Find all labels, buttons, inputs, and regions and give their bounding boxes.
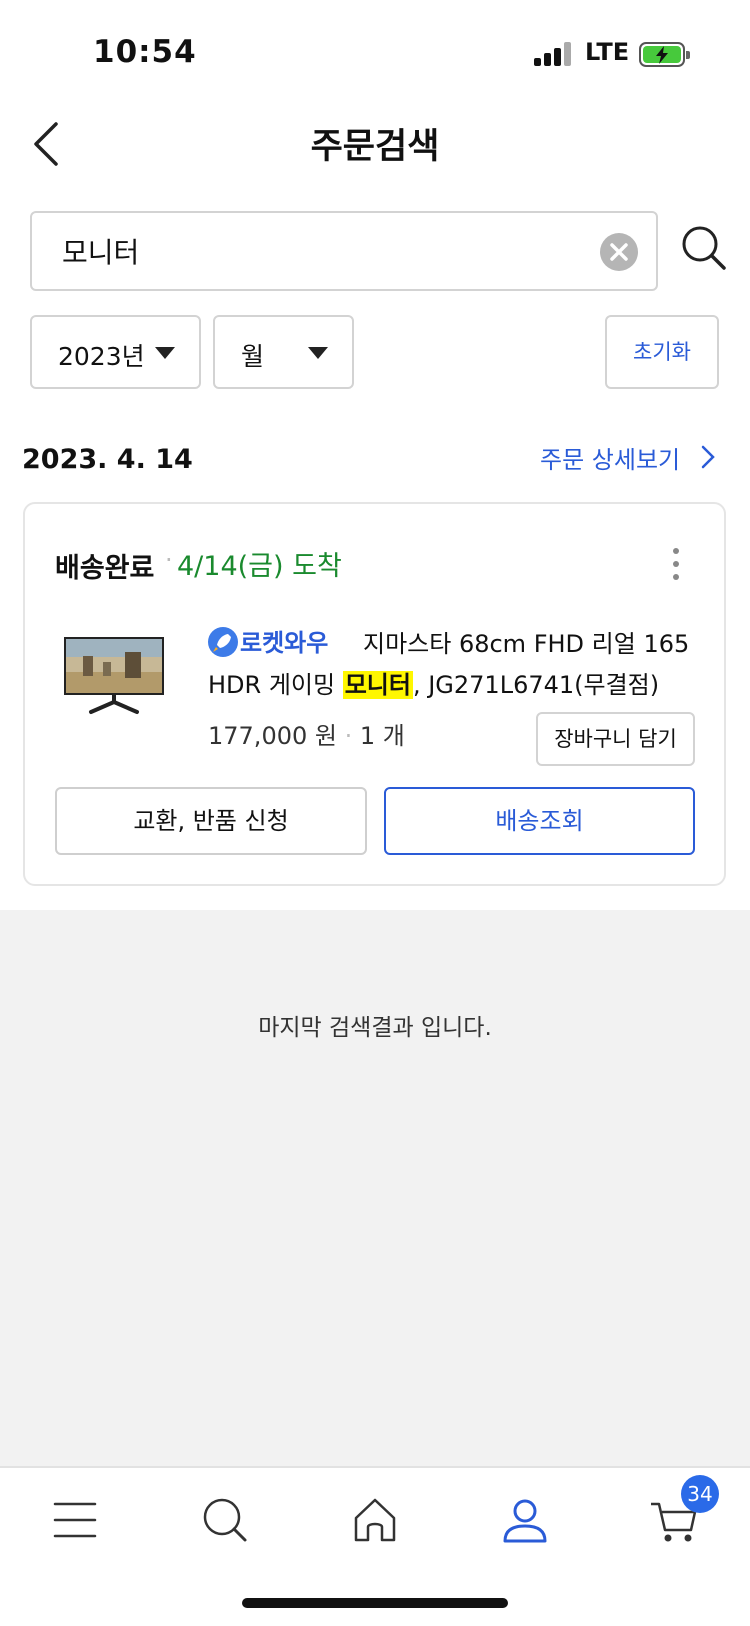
- caret-down-icon: [155, 347, 175, 359]
- add-to-cart-button[interactable]: 장바구니 담기: [536, 712, 695, 766]
- month-dropdown[interactable]: 월: [213, 315, 354, 389]
- product-quantity: 1 개: [359, 722, 405, 750]
- arrival-date: 4/14(금) 도착: [177, 551, 342, 582]
- exchange-return-button[interactable]: 교환, 반품 신청: [55, 787, 367, 855]
- product-name-line2[interactable]: HDR 게이밍 모니터, JG271L6741(무결점): [208, 665, 659, 700]
- end-of-results-message: 마지막 검색결과 입니다.: [258, 1015, 492, 1041]
- search-highlight: 모니터: [342, 671, 413, 699]
- clear-search-button[interactable]: [600, 233, 638, 271]
- network-label: LTE: [585, 38, 630, 66]
- month-value: 월: [241, 342, 265, 371]
- product-price: 177,000 원: [208, 722, 337, 750]
- cart-count-badge: 34: [681, 1475, 719, 1513]
- product-thumbnail[interactable]: [63, 634, 165, 716]
- more-options-button[interactable]: [670, 546, 682, 582]
- search-input[interactable]: [62, 229, 582, 273]
- year-value: 2023년: [58, 342, 145, 371]
- price-quantity: 177,000 원 · 1 개: [208, 716, 405, 751]
- search-icon: [682, 226, 726, 270]
- rocket-icon: [208, 627, 238, 657]
- menu-icon: [53, 1502, 97, 1538]
- order-detail-label: 주문 상세보기: [540, 446, 681, 474]
- my-account-icon: [503, 1499, 547, 1543]
- year-dropdown[interactable]: 2023년: [30, 315, 201, 389]
- close-icon: [610, 243, 628, 261]
- rocket-wow-badge: 로켓와우: [208, 623, 328, 658]
- track-delivery-button[interactable]: 배송조회: [384, 787, 695, 855]
- page-title: 주문검색: [310, 127, 440, 167]
- reset-button[interactable]: 초기화: [605, 315, 719, 389]
- order-detail-link[interactable]: 주문 상세보기: [540, 440, 715, 475]
- search-tab[interactable]: [195, 1490, 255, 1550]
- chevron-right-icon: [701, 445, 715, 469]
- product-name-line1[interactable]: 지마스타 68cm FHD 리얼 165: [363, 624, 689, 659]
- home-indicator: [242, 1598, 508, 1608]
- search-field: [30, 211, 658, 291]
- order-date: 2023. 4. 14: [22, 444, 193, 475]
- separator-dot: ·: [344, 722, 353, 750]
- signal-icon: [534, 42, 572, 66]
- delivery-status: 배송완료: [55, 553, 155, 584]
- order-card: 배송완료 · 4/14(금) 도착 로켓와우 지마스타 68cm FHD 리얼 …: [23, 502, 726, 886]
- product-name-prefix: HDR 게이밍: [208, 671, 343, 699]
- rocket-wow-label: 로켓와우: [240, 629, 329, 657]
- separator-dot: ·: [165, 546, 173, 574]
- search-icon: [203, 1498, 247, 1542]
- home-icon: [354, 1498, 396, 1542]
- caret-down-icon: [308, 347, 328, 359]
- product-name-suffix: , JG271L6741(무결점): [412, 671, 660, 699]
- home-tab[interactable]: [345, 1490, 405, 1550]
- status-time: 10:54: [93, 34, 197, 70]
- search-button[interactable]: [680, 224, 730, 274]
- battery-icon: [639, 42, 690, 67]
- menu-tab[interactable]: [45, 1490, 105, 1550]
- my-account-tab[interactable]: [495, 1490, 555, 1550]
